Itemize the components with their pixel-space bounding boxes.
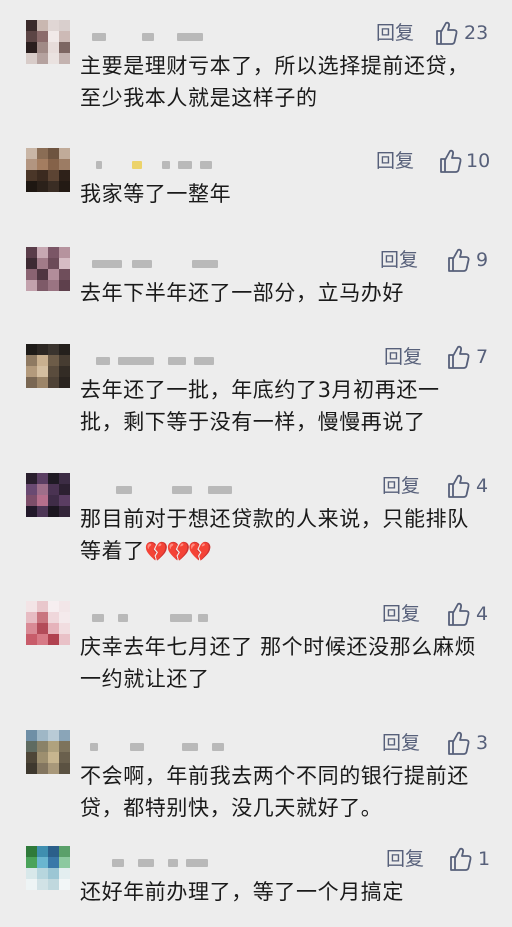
comment-text: 还好年前办理了，等了一个月搞定 [80, 876, 480, 908]
thumbs-up-icon[interactable] [446, 601, 470, 627]
avatar[interactable] [26, 148, 70, 192]
like-count: 10 [466, 150, 491, 172]
thumbs-up-icon[interactable] [448, 846, 472, 872]
thumbs-up-icon[interactable] [446, 344, 470, 370]
thumbs-up-icon[interactable] [434, 20, 458, 46]
comment-text: 那目前对于想还贷款的人来说，只能排队等着了💔💔💔 [80, 503, 480, 568]
comment-text: 庆幸去年七月还了 那个时候还没那么麻烦 一约就让还了 [80, 631, 480, 695]
comment-text: 去年还了一批，年底约了3月初再还一批，剩下等于没有一样，慢慢再说了 [80, 374, 480, 438]
comment-body: 主要是理财亏本了，所以选择提前还贷，至少我本人就是这样子的 [80, 54, 469, 110]
comment-text: 主要是理财亏本了，所以选择提前还贷，至少我本人就是这样子的 [80, 50, 480, 114]
avatar[interactable] [26, 473, 70, 517]
like-count: 23 [464, 22, 489, 44]
username-blurred[interactable] [82, 738, 232, 756]
avatar[interactable] [26, 730, 70, 774]
reply-button[interactable]: 回复 [368, 473, 420, 499]
thumbs-up-icon[interactable] [438, 148, 462, 174]
comment-text: 去年下半年还了一部分，立马办好 [80, 277, 480, 309]
comment-body: 还好年前办理了，等了一个月搞定 [80, 880, 404, 904]
like-count: 4 [476, 475, 489, 497]
comment-text: 不会啊，年前我去两个不同的银行提前还贷，都特别快，没几天就好了。 [80, 760, 480, 824]
reply-button[interactable]: 回复 [372, 846, 424, 872]
comment-body: 去年下半年还了一部分，立马办好 [80, 281, 404, 305]
comment-body: 我家等了一整年 [80, 182, 232, 206]
reply-button[interactable]: 回复 [366, 247, 418, 273]
comment-body: 那目前对于想还贷款的人来说，只能排队等着了 [80, 507, 469, 563]
reply-button[interactable]: 回复 [368, 730, 420, 756]
thumbs-up-icon[interactable] [446, 730, 470, 756]
comment-body: 不会啊，年前我去两个不同的银行提前还贷，都特别快，没几天就好了。 [80, 764, 469, 820]
username-blurred[interactable] [82, 352, 232, 370]
username-blurred[interactable] [82, 28, 232, 46]
thumbs-up-icon[interactable] [446, 247, 470, 273]
avatar[interactable] [26, 846, 70, 890]
reply-button[interactable]: 回复 [362, 148, 414, 174]
username-blurred[interactable] [82, 854, 232, 872]
username-blurred[interactable] [82, 156, 232, 174]
reply-button[interactable]: 回复 [370, 344, 422, 370]
avatar[interactable] [26, 601, 70, 645]
username-blurred[interactable] [82, 609, 232, 627]
thumbs-up-icon[interactable] [446, 473, 470, 499]
broken-heart-emoji: 💔💔💔 [144, 541, 212, 563]
reply-button[interactable]: 回复 [362, 20, 414, 46]
like-count: 1 [478, 848, 491, 870]
comment-text: 我家等了一整年 [80, 178, 480, 210]
like-count: 4 [476, 603, 489, 625]
like-count: 9 [476, 249, 489, 271]
like-count: 7 [476, 346, 489, 368]
reply-button[interactable]: 回复 [368, 601, 420, 627]
avatar[interactable] [26, 344, 70, 388]
username-blurred[interactable] [82, 255, 232, 273]
avatar[interactable] [26, 20, 70, 64]
comment-body: 去年还了一批，年底约了3月初再还一批，剩下等于没有一样，慢慢再说了 [80, 378, 440, 434]
like-count: 3 [476, 732, 489, 754]
avatar[interactable] [26, 247, 70, 291]
username-blurred[interactable] [82, 481, 232, 499]
comment-body: 庆幸去年七月还了 那个时候还没那么麻烦 一约就让还了 [80, 635, 477, 691]
